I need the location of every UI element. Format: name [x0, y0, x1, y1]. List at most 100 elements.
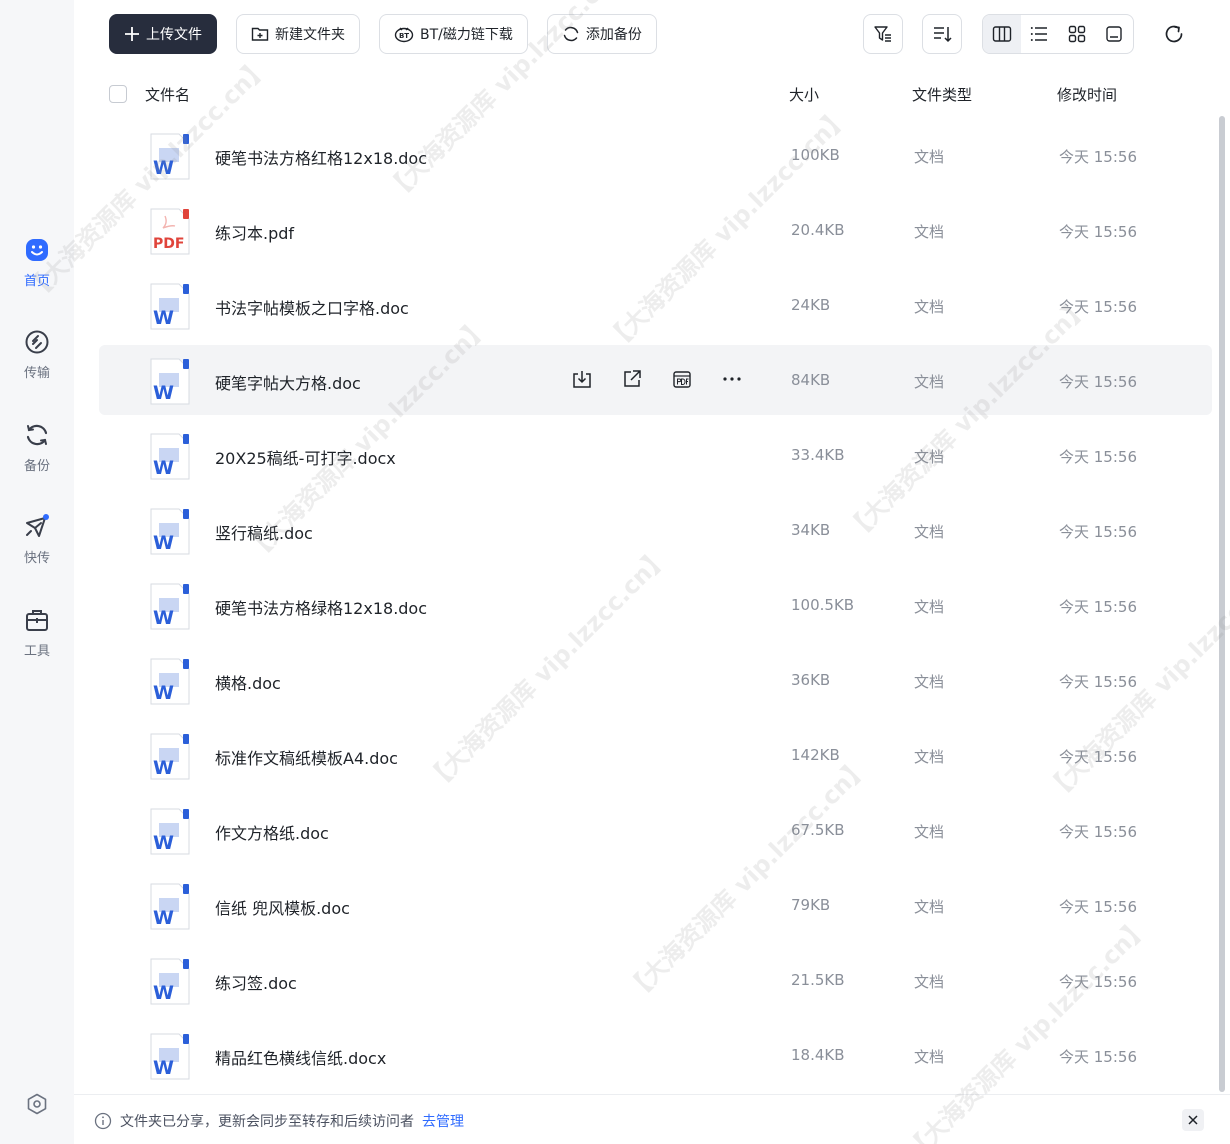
word-letter: W — [153, 382, 174, 404]
bt-download-button[interactable]: BT BT/磁力链下载 — [379, 14, 528, 54]
file-name[interactable]: 信纸 兜风模板.doc — [215, 895, 350, 919]
view-preview-button[interactable] — [1096, 15, 1134, 53]
new-folder-icon — [251, 27, 269, 41]
file-type: 文档 — [914, 898, 945, 916]
file-name[interactable]: 练习签.doc — [215, 970, 297, 994]
view-list-button[interactable] — [1021, 15, 1059, 53]
file-size: 79KB — [791, 896, 831, 914]
file-row[interactable]: W 硬笔书法方格红格12x18.doc 100KB 文档 今天 15:56 — [99, 120, 1212, 190]
file-size: 20.4KB — [791, 221, 845, 239]
file-size: 21.5KB — [791, 971, 845, 989]
file-row[interactable]: W 作文方格纸.doc 67.5KB 文档 今天 15:56 — [99, 795, 1212, 865]
download-icon — [573, 371, 591, 388]
file-row[interactable]: W 硬笔书法方格绿格12x18.doc 100.5KB 文档 今天 15:56 — [99, 570, 1212, 640]
refresh-button[interactable] — [1160, 20, 1188, 48]
grid-icon — [1068, 25, 1085, 43]
file-name[interactable]: 20X25稿纸-可打字.docx — [215, 445, 396, 469]
column-header-type[interactable]: 文件类型 — [912, 84, 972, 105]
view-mode-switcher — [982, 14, 1134, 54]
word-letter: W — [153, 607, 174, 629]
word-file-icon: W — [149, 133, 191, 181]
word-letter: W — [153, 157, 174, 179]
filter-icon — [874, 26, 891, 42]
file-name[interactable]: 书法字帖模板之口字格.doc — [215, 295, 409, 319]
file-row[interactable]: W 精品红色横线信纸.docx 18.4KB 文档 今天 15:56 — [99, 1020, 1212, 1090]
view-columns-button[interactable] — [983, 15, 1021, 53]
file-row[interactable]: W 信纸 兜风模板.doc 79KB 文档 今天 15:56 — [99, 870, 1212, 940]
file-type: 文档 — [914, 298, 945, 316]
home-face-icon — [23, 236, 51, 264]
toolbar: 上传文件 新建文件夹 BT BT/磁力链下载 添加备份 — [109, 14, 676, 54]
file-name[interactable]: 精品红色横线信纸.docx — [215, 1045, 386, 1069]
download-button[interactable] — [569, 366, 595, 392]
file-name[interactable]: 作文方格纸.doc — [215, 820, 329, 844]
view-grid-button[interactable] — [1058, 15, 1096, 53]
word-file-icon: W — [149, 508, 191, 556]
word-file-icon: W — [149, 883, 191, 931]
file-size: 142KB — [791, 746, 840, 764]
file-size: 24KB — [791, 296, 831, 314]
column-header-name[interactable]: 文件名 — [145, 84, 190, 105]
sidebar-item-tools[interactable]: 工具 — [0, 606, 74, 659]
close-notice-button[interactable] — [1182, 1109, 1204, 1131]
file-row[interactable]: W 硬笔字帖大方格.doc 84KB 文档 今天 15:56 — [99, 345, 1212, 415]
file-name[interactable]: 硬笔书法方格绿格12x18.doc — [215, 595, 427, 619]
sidebar-item-label: 首页 — [23, 274, 50, 289]
file-size: 36KB — [791, 671, 831, 689]
word-file-icon: W — [149, 658, 191, 706]
add-backup-button[interactable]: 添加备份 — [546, 14, 657, 54]
file-name[interactable]: 练习本.pdf — [215, 220, 294, 244]
file-modified: 今天 15:56 — [1059, 223, 1137, 241]
file-list: W 硬笔书法方格红格12x18.doc 100KB 文档 今天 15:56 PDF 练习本.… — [99, 118, 1212, 1093]
app-window: 首页 传输 备份 快传 工具 上传文件 新建文件夹 BT BT/磁力链下载 添加… — [0, 0, 1230, 1144]
sidebar-item-quick-send[interactable]: 快传 — [0, 513, 74, 566]
more-button[interactable] — [719, 366, 745, 392]
new-folder-button[interactable]: 新建文件夹 — [236, 14, 360, 54]
sidebar-item-backup[interactable]: 备份 — [0, 421, 74, 474]
file-row[interactable]: W 横格.doc 36KB 文档 今天 15:56 — [99, 645, 1212, 715]
settings-button[interactable] — [23, 1090, 51, 1118]
file-row[interactable]: W 练习签.doc 21.5KB 文档 今天 15:56 — [99, 945, 1212, 1015]
word-letter: W — [153, 307, 174, 329]
scrollbar-thumb[interactable] — [1219, 116, 1225, 1092]
convert-pdf-button[interactable] — [669, 366, 695, 392]
file-name[interactable]: 标准作文稿纸模板A4.doc — [215, 745, 398, 769]
file-name[interactable]: 横格.doc — [215, 670, 281, 694]
file-row[interactable]: W 20X25稿纸-可打字.docx 33.4KB 文档 今天 15:56 — [99, 420, 1212, 490]
preview-icon — [1106, 26, 1122, 42]
column-header-modified[interactable]: 修改时间 — [1057, 84, 1117, 105]
filter-button[interactable] — [863, 14, 903, 54]
file-modified: 今天 15:56 — [1059, 298, 1137, 316]
share-button[interactable] — [619, 366, 645, 392]
file-row[interactable]: W 书法字帖模板之口字格.doc 24KB 文档 今天 15:56 — [99, 270, 1212, 340]
sidebar-item-transfer[interactable]: 传输 — [0, 328, 74, 381]
file-row[interactable]: W 竖行稿纸.doc 34KB 文档 今天 15:56 — [99, 495, 1212, 565]
file-name[interactable]: 硬笔字帖大方格.doc — [215, 370, 361, 394]
sort-button[interactable] — [922, 14, 962, 54]
file-row[interactable]: PDF 练习本.pdf 20.4KB 文档 今天 15:56 — [99, 195, 1212, 265]
bt-download-label: BT/磁力链下载 — [420, 27, 513, 43]
quick-send-icon — [23, 513, 51, 541]
column-header-size[interactable]: 大小 — [789, 84, 819, 105]
toolbox-icon — [23, 606, 51, 634]
file-modified: 今天 15:56 — [1059, 1048, 1137, 1066]
file-modified: 今天 15:56 — [1059, 748, 1137, 766]
sort-icon — [934, 27, 952, 43]
file-size: 33.4KB — [791, 446, 845, 464]
select-all-checkbox[interactable] — [109, 85, 127, 103]
file-row[interactable]: W 标准作文稿纸模板A4.doc 142KB 文档 今天 15:56 — [99, 720, 1212, 790]
file-modified: 今天 15:56 — [1059, 598, 1137, 616]
sidebar-item-home[interactable]: 首页 — [0, 236, 74, 289]
word-letter: W — [153, 532, 174, 554]
upload-button[interactable]: 上传文件 — [109, 14, 217, 54]
refresh-icon — [1165, 25, 1183, 43]
file-type: 文档 — [914, 373, 945, 391]
file-type: 文档 — [914, 448, 945, 466]
file-modified: 今天 15:56 — [1059, 823, 1137, 841]
manage-link[interactable]: 去管理 — [422, 1111, 464, 1131]
row-actions — [569, 366, 769, 392]
file-name[interactable]: 竖行稿纸.doc — [215, 520, 313, 544]
add-backup-label: 添加备份 — [585, 27, 642, 43]
file-name[interactable]: 硬笔书法方格红格12x18.doc — [215, 145, 427, 169]
file-size: 67.5KB — [791, 821, 845, 839]
